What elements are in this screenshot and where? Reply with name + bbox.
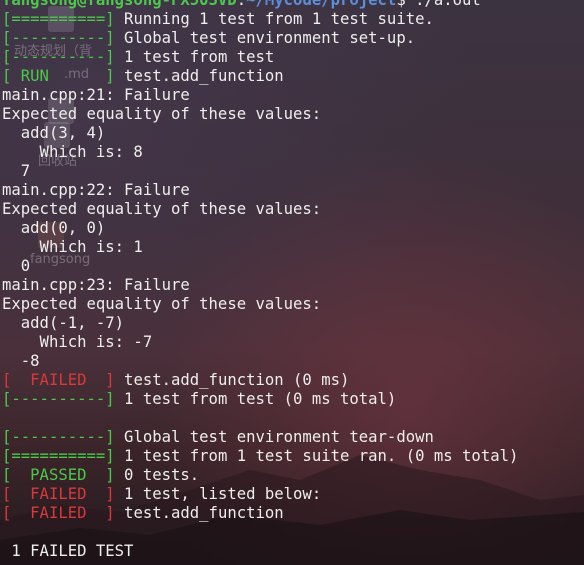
prompt-path: ~/Mycode/project xyxy=(246,0,397,9)
prompt-command: ./a.out xyxy=(405,0,481,9)
output-line: add(3, 4) xyxy=(2,124,584,143)
output-line: Which is: 8 xyxy=(2,143,584,162)
output-line: [ FAILED ] test.add_function xyxy=(2,504,584,523)
output-text: Global test environment tear-down xyxy=(114,428,434,446)
output-line: [ FAILED ] 1 test, listed below: xyxy=(2,485,584,504)
output-text: Expected equality of these values: xyxy=(2,295,322,313)
output-line: Which is: -7 xyxy=(2,333,584,352)
output-line: [----------] Global test environment tea… xyxy=(2,428,584,447)
output-line: 7 xyxy=(2,162,584,181)
output-line: [ PASSED ] 0 tests. xyxy=(2,466,584,485)
output-line: add(0, 0) xyxy=(2,219,584,238)
output-line: [----------] 1 test from test (0 ms tota… xyxy=(2,390,584,409)
output-line: -8 xyxy=(2,352,584,371)
output-text: Expected equality of these values: xyxy=(2,105,322,123)
output-line: [==========] 1 test from 1 test suite ra… xyxy=(2,447,584,466)
output-line: [----------] 1 test from test xyxy=(2,48,584,67)
output-line: main.cpp:21: Failure xyxy=(2,86,584,105)
output-text: main.cpp:21: Failure xyxy=(2,86,190,104)
output-text: Which is: -7 xyxy=(2,333,153,351)
output-text: test.add_function xyxy=(114,504,284,522)
output-line: Expected equality of these values: xyxy=(2,200,584,219)
output-text: add(3, 4) xyxy=(2,124,106,142)
prompt-line: fangsong@fangsong-FX503VD:~/Mycode/proje… xyxy=(2,0,584,10)
output-line: Expected equality of these values: xyxy=(2,105,584,124)
output-text: 1 test from test (0 ms total) xyxy=(114,390,397,408)
output-line: 0 xyxy=(2,257,584,276)
output-text: 1 test from test xyxy=(114,48,275,66)
output-text: Running 1 test from 1 test suite. xyxy=(114,10,434,28)
output-text: 1 test from 1 test suite ran. (0 ms tota… xyxy=(114,447,519,465)
status-tag: [ RUN ] xyxy=(2,67,115,85)
status-tag: [----------] xyxy=(2,428,115,446)
output-text: 1 test, listed below: xyxy=(114,485,322,503)
output-text: main.cpp:22: Failure xyxy=(2,181,190,199)
status-tag: [----------] xyxy=(2,29,115,47)
prompt-colon: : xyxy=(236,0,247,9)
output-text: 0 xyxy=(2,257,31,275)
output-text: 7 xyxy=(2,162,31,180)
output-text: -8 xyxy=(2,352,40,370)
output-line: [==========] Running 1 test from 1 test … xyxy=(2,10,584,29)
output-text: test.add_function xyxy=(114,67,284,85)
status-tag: [ FAILED ] xyxy=(2,485,115,503)
output-text: Expected equality of these values: xyxy=(2,200,322,218)
output-text: 1 FAILED TEST xyxy=(2,542,134,560)
output-text: test.add_function (0 ms) xyxy=(114,371,350,389)
output-text: add(0, 0) xyxy=(2,219,106,237)
status-tag: [----------] xyxy=(2,48,115,66)
status-tag: [==========] xyxy=(2,10,115,28)
output-text: Global test environment set-up. xyxy=(114,29,416,47)
output-text: 0 tests. xyxy=(114,466,200,484)
output-line: add(-1, -7) xyxy=(2,314,584,333)
output-line: main.cpp:23: Failure xyxy=(2,276,584,295)
status-tag: [----------] xyxy=(2,390,115,408)
prompt-dollar: $ xyxy=(396,0,406,9)
output-line: 1 FAILED TEST xyxy=(2,542,584,561)
output-line: main.cpp:22: Failure xyxy=(2,181,584,200)
terminal-output[interactable]: fangsong@fangsong-FX503VD:~/Mycode/proje… xyxy=(2,0,584,561)
output-line: [----------] Global test environment set… xyxy=(2,29,584,48)
output-text: Which is: 1 xyxy=(2,238,143,256)
output-line: [ RUN ] test.add_function xyxy=(2,67,584,86)
test-output-lines: [==========] Running 1 test from 1 test … xyxy=(2,10,584,561)
output-line: Which is: 1 xyxy=(2,238,584,257)
output-line: Expected equality of these values: xyxy=(2,295,584,314)
status-tag: [==========] xyxy=(2,447,115,465)
status-tag: [ PASSED ] xyxy=(2,466,115,484)
output-text: Which is: 8 xyxy=(2,143,143,161)
output-line: [ FAILED ] test.add_function (0 ms) xyxy=(2,371,584,390)
prompt-user-host: fangsong@fangsong-FX503VD xyxy=(2,0,237,9)
output-text: main.cpp:23: Failure xyxy=(2,276,190,294)
status-tag: [ FAILED ] xyxy=(2,504,115,522)
output-text: add(-1, -7) xyxy=(2,314,125,332)
status-tag: [ FAILED ] xyxy=(2,371,115,389)
